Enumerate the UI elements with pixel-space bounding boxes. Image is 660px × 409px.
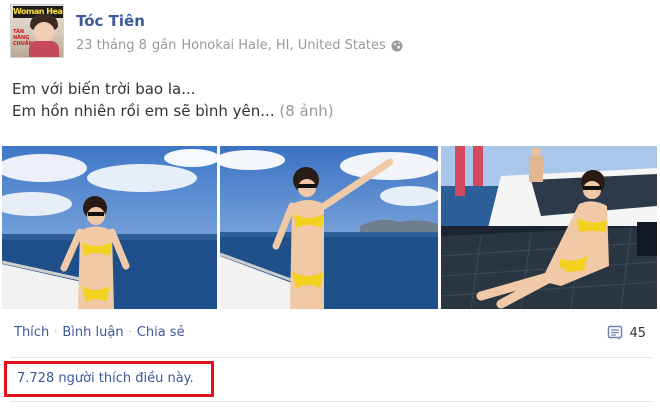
comment-link[interactable]: Bình luận xyxy=(62,325,123,340)
photo-2[interactable] xyxy=(220,146,438,309)
photo-grid xyxy=(2,146,657,309)
divider xyxy=(10,401,652,402)
likes-count-link[interactable]: 7.728 người thích điều này. xyxy=(17,371,194,386)
location-prefix: gần xyxy=(151,38,177,53)
like-link[interactable]: Thích xyxy=(14,325,49,340)
post-text-line-2-body: Em hồn nhiên rồi em sẽ bình yên... xyxy=(12,102,275,120)
photo-1[interactable] xyxy=(2,146,217,309)
post-text-line-1: Em với biến trời bao la... xyxy=(12,80,196,98)
author-avatar[interactable]: Woman Health TÂN NĂNG CHUẨN xyxy=(10,4,64,58)
post-text: Em với biến trời bao la... Em hồn nhiên … xyxy=(12,78,334,122)
globe-icon[interactable] xyxy=(391,40,403,52)
photo-3[interactable] xyxy=(441,146,657,309)
photo-count-link[interactable]: (8 ảnh) xyxy=(279,102,333,120)
post-meta: 23 tháng 8 gần Honokai Hale, HI, United … xyxy=(76,38,403,53)
post-location-link[interactable]: Honokai Hale, HI, United States xyxy=(181,38,385,53)
author-name-link[interactable]: Tóc Tiên xyxy=(76,12,145,30)
comment-icon xyxy=(607,325,623,341)
post-text-line-2: Em hồn nhiên rồi em sẽ bình yên... (8 ản… xyxy=(12,100,334,122)
action-separator: · xyxy=(54,327,58,338)
comment-count: 45 xyxy=(629,325,646,341)
post-date-link[interactable]: 23 tháng 8 xyxy=(76,38,147,53)
action-separator: · xyxy=(128,327,132,338)
avatar-body xyxy=(29,41,59,57)
post-actions: Thích · Bình luận · Chia sẻ xyxy=(14,325,185,340)
share-link[interactable]: Chia sẻ xyxy=(137,325,185,340)
avatar-face xyxy=(33,17,55,43)
likes-highlight-box: 7.728 người thích điều này. xyxy=(4,361,214,397)
comment-count-button[interactable]: 45 xyxy=(607,325,646,341)
post-header: Woman Health TÂN NĂNG CHUẨN Tóc Tiên 23 … xyxy=(10,4,650,58)
divider xyxy=(10,357,652,358)
